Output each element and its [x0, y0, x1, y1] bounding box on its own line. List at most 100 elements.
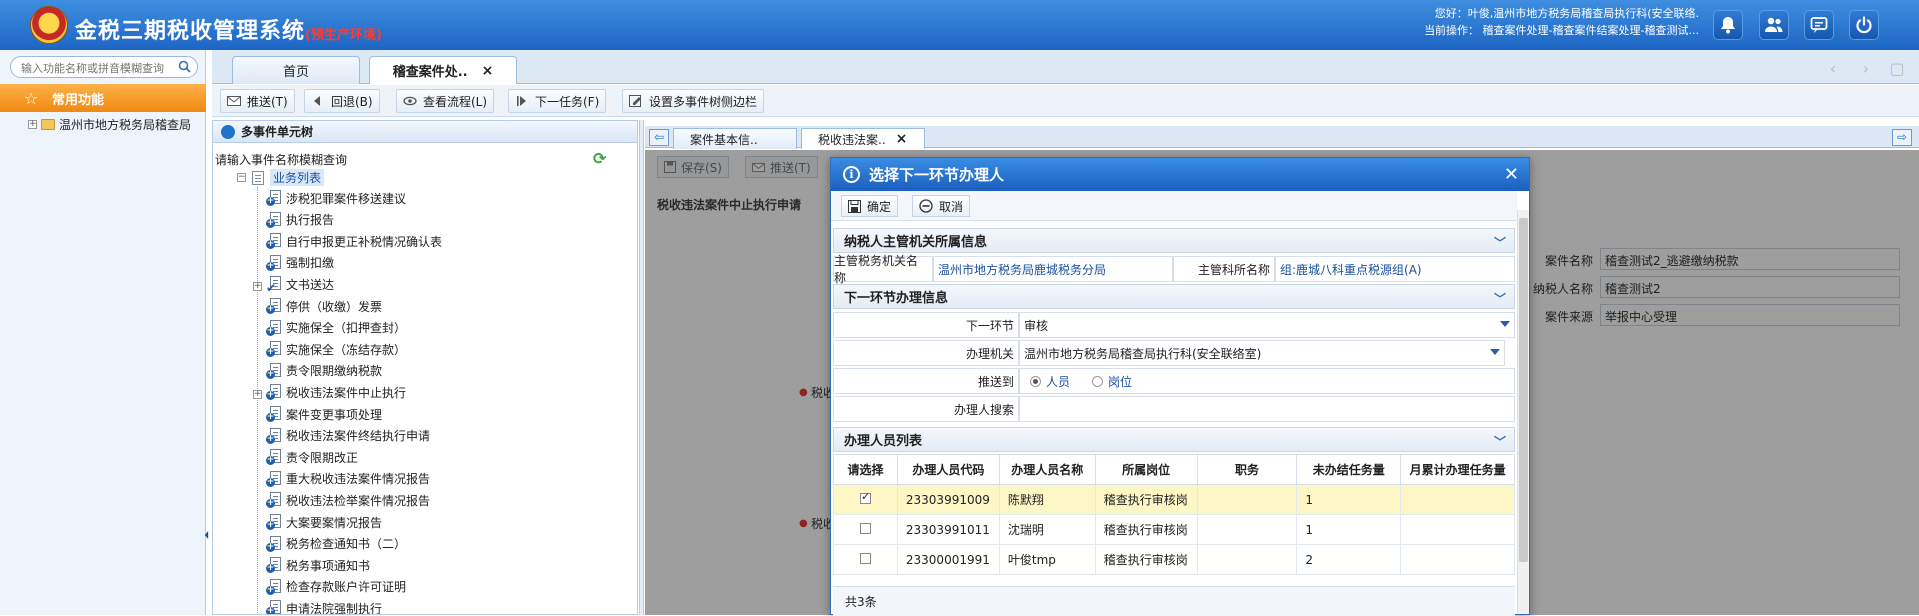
common-functions-header[interactable]: ☆ 常用功能 [0, 84, 206, 112]
tab-case-processing[interactable]: 稽查案件处.. × [369, 56, 517, 84]
scrollbar-thumb[interactable] [1519, 218, 1528, 562]
back-button[interactable]: 回退(B) [304, 89, 380, 113]
set-sidebar-button[interactable]: 设置多事件树侧边栏 [622, 89, 765, 113]
tree-item-label: 执行报告 [286, 213, 335, 228]
dropdown-arrow-icon[interactable] [1490, 349, 1500, 355]
close-icon[interactable]: × [896, 131, 908, 147]
tree-item[interactable]: + 税收违法检举案件情况报告 [253, 491, 430, 509]
tree-item[interactable]: + 涉税犯罪案件移送建议 [253, 189, 406, 207]
row-checkbox[interactable] [859, 522, 871, 534]
document-add-icon: + [266, 406, 282, 422]
tree-item[interactable]: + 税务检查通知书（二） [253, 535, 406, 553]
table-row[interactable]: 23300001991 叶俊tmp 稽查执行审核岗 2 [833, 544, 1515, 575]
tree-item[interactable]: + ✔ 文书送达 [253, 275, 334, 295]
tree-item[interactable]: + + 税收违法案件中止执行 [253, 383, 406, 401]
document-add-icon: + [266, 254, 282, 271]
workspace-next-icon[interactable]: ⇨ [1892, 129, 1912, 146]
table-row[interactable]: 23303991009陈默翔稽查执行审核岗 1 [833, 484, 1515, 515]
search-icon[interactable] [178, 60, 191, 73]
business-list-root[interactable]: − 业务列表 [237, 169, 325, 186]
function-search-input[interactable] [10, 56, 198, 78]
row-select-cell [833, 514, 898, 545]
window-restore-icon[interactable]: ▢ [1886, 58, 1908, 80]
tab-tax-violation[interactable]: 税收违法案.. × [801, 128, 925, 149]
tree-item[interactable]: + 申请法院强制执行 [253, 599, 382, 614]
row-select-cell [833, 484, 898, 515]
tree-item[interactable]: + 责令限期改正 [253, 448, 358, 466]
tree-item[interactable]: + 强制扣缴 [253, 254, 334, 272]
cancel-button[interactable]: 取消 [912, 195, 971, 217]
tree-item[interactable]: + 大案要案情况报告 [253, 513, 382, 531]
notification-button[interactable] [1713, 10, 1743, 40]
workspace-prev-icon[interactable]: ⇦ [649, 129, 669, 146]
document-add-icon: + [266, 557, 282, 574]
cell-monthly [1400, 514, 1515, 545]
document-add-icon: + [266, 535, 282, 552]
confirm-button[interactable]: 确定 [841, 195, 899, 217]
col-monthly: 月累计办理任务量 [1400, 454, 1515, 485]
tree-item[interactable]: + 自行申报更正补税情况确认表 [253, 232, 442, 250]
messages-button[interactable] [1804, 10, 1834, 40]
tab-scroll-right-icon[interactable]: › [1855, 58, 1877, 80]
document-add-icon: + [266, 449, 282, 466]
radio-post-label[interactable]: 岗位 [1108, 373, 1132, 390]
tree-item[interactable]: + 税收违法案件终结执行申请 [253, 427, 430, 445]
tree-item[interactable]: + 执行报告 [253, 211, 334, 229]
chevron-down-icon[interactable]: ﹀ [1494, 234, 1506, 251]
tree-item[interactable]: + 实施保全（冻结存款） [253, 340, 406, 358]
next-step-section-header[interactable]: 下一环节办理信息 ﹀ [833, 284, 1515, 309]
org-tree-root[interactable]: + 温州市地方税务局稽查局 [28, 116, 191, 133]
row-checkbox[interactable] [859, 490, 871, 504]
chevron-down-icon[interactable]: ﹀ [1494, 290, 1506, 307]
radio-person-label[interactable]: 人员 [1046, 373, 1070, 390]
cell-post: 稽查执行审核岗 [1094, 484, 1198, 515]
tree-item[interactable]: + 实施保全（扣押查封） [253, 319, 406, 337]
cell-name: 沈瑞明 [998, 514, 1096, 545]
star-icon: ☆ [24, 89, 39, 108]
logout-button[interactable] [1849, 10, 1879, 40]
handling-org-select[interactable]: 温州市地方税务局稽查局执行科(安全联络室) [1019, 340, 1505, 366]
cancel-button-label: 取消 [939, 199, 964, 214]
expand-icon[interactable]: + [253, 385, 262, 400]
dialog-scrollbar[interactable] [1517, 210, 1529, 614]
tree-item[interactable]: + 责令限期缴纳税款 [253, 362, 382, 380]
document-add-icon: + [266, 427, 282, 444]
tree-item-label: 强制扣缴 [286, 256, 335, 271]
table-row[interactable]: 23303991011 沈瑞明 稽查执行审核岗 1 [833, 514, 1515, 545]
radio-person[interactable] [1030, 375, 1041, 387]
tree-search-label[interactable]: 请输入事件名称模糊查询 [215, 151, 347, 168]
cell-duty [1196, 514, 1298, 545]
view-flow-button[interactable]: 查看流程(L) [396, 89, 495, 113]
dropdown-arrow-icon[interactable] [1500, 321, 1510, 327]
taxpayer-org-section-header[interactable]: 纳税人主管机关所属信息 ﹀ [833, 228, 1515, 253]
app-header: 金税三期税收管理系统 (预生产环境) 您好：叶俊,温州市地方税务局稽查局执行科(… [0, 0, 1919, 50]
info-icon: i [843, 166, 860, 183]
close-icon[interactable]: ✕ [1504, 164, 1519, 185]
collapse-sidebar-icon[interactable] [204, 510, 209, 560]
refresh-icon[interactable]: ⟳ [593, 149, 606, 168]
handler-search-input[interactable] [1019, 396, 1515, 422]
next-step-select[interactable]: 审核 [1019, 312, 1515, 338]
event-tree-header: 多事件单元树 [213, 121, 637, 143]
next-task-button[interactable]: 下一任务(F) [508, 89, 607, 113]
tree-item[interactable]: + 检查存款账户许可证明 [253, 578, 406, 596]
panel-splitter[interactable] [639, 120, 644, 615]
radio-post[interactable] [1092, 375, 1104, 387]
handler-list-section-header[interactable]: 办理人员列表 ﹀ [833, 427, 1515, 452]
handler-list-section-title: 办理人员列表 [844, 434, 923, 449]
expand-icon[interactable]: + [28, 120, 37, 129]
tree-item[interactable]: + 停供（收缴）发票 [253, 297, 382, 315]
close-icon[interactable]: × [482, 63, 494, 79]
tab-home[interactable]: 首页 [232, 56, 360, 84]
push-button[interactable]: 推送(T) [220, 89, 295, 113]
tab-scroll-left-icon[interactable]: ‹ [1822, 58, 1844, 80]
collapse-icon[interactable]: − [237, 173, 246, 182]
row-checkbox[interactable] [859, 552, 871, 564]
tree-item[interactable]: + 重大税收违法案件情况报告 [253, 470, 430, 488]
tab-case-basic-info[interactable]: 案件基本信.. [673, 128, 797, 149]
tree-item[interactable]: + 案件变更事项处理 [253, 405, 382, 423]
chevron-down-icon[interactable]: ﹀ [1494, 433, 1506, 450]
tree-item[interactable]: + 税务事项通知书 [253, 556, 370, 574]
contacts-button[interactable] [1759, 10, 1789, 40]
expand-icon[interactable]: + [253, 277, 262, 292]
